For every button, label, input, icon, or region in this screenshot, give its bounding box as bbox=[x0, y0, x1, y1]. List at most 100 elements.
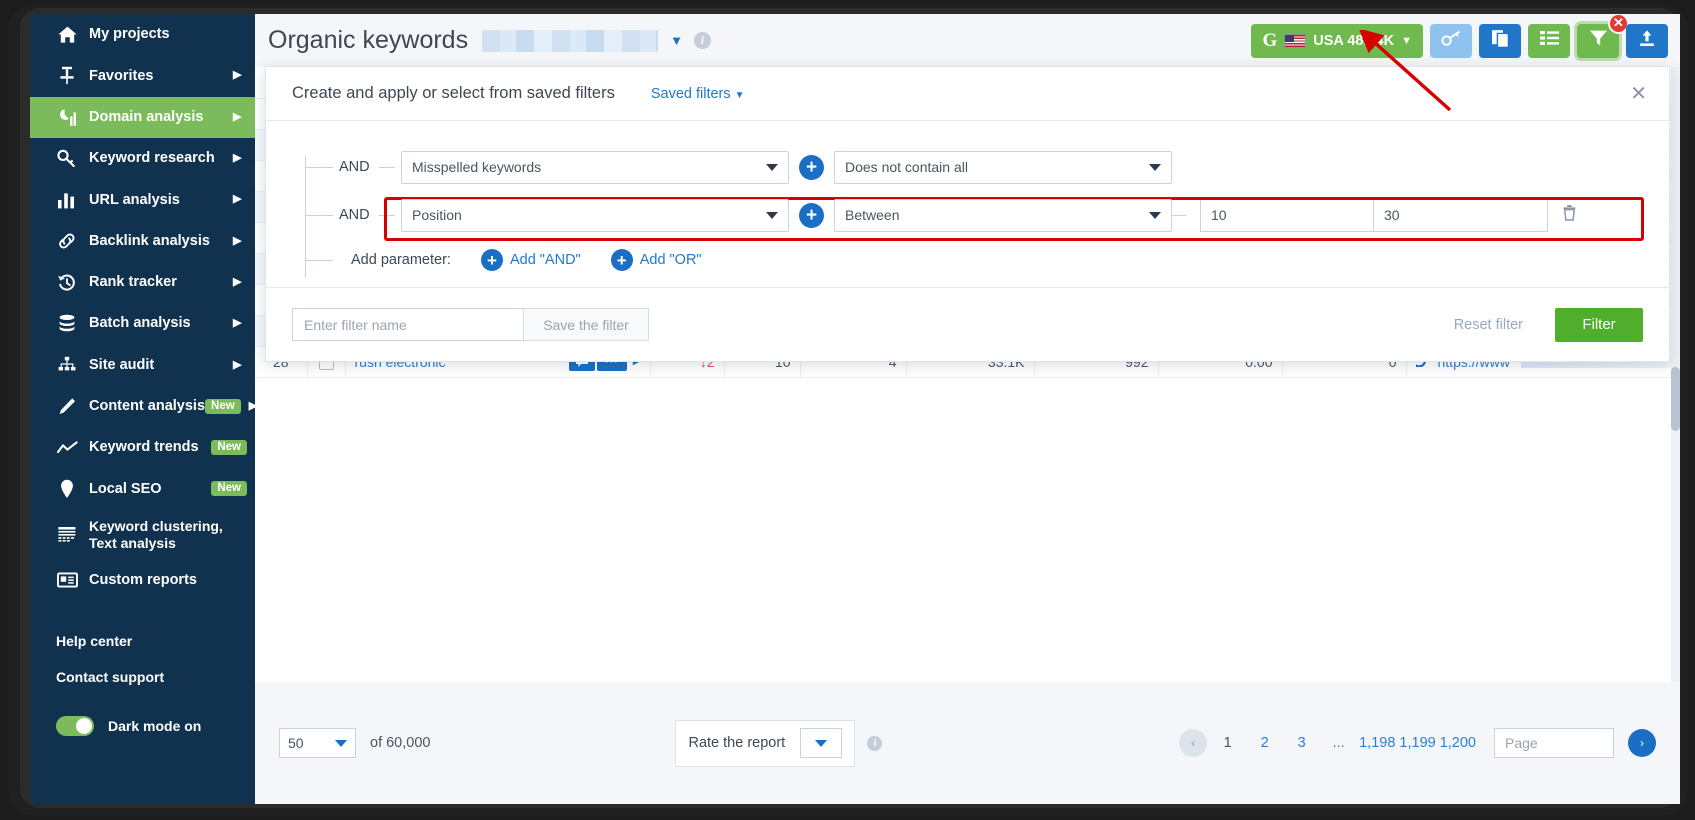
dark-mode-toggle[interactable] bbox=[56, 715, 94, 736]
dark-mode-label: Dark mode on bbox=[108, 717, 202, 734]
history-icon bbox=[56, 272, 78, 292]
info-icon[interactable]: i bbox=[693, 32, 711, 49]
vertical-scrollbar-thumb[interactable] bbox=[1671, 367, 1680, 431]
sidebar-item-label: Rank tracker bbox=[89, 274, 177, 291]
saved-filters-dropdown[interactable]: Saved filters ▼ bbox=[651, 86, 745, 102]
link-icon bbox=[56, 231, 78, 251]
add-and-button[interactable]: + Add "AND" bbox=[480, 249, 581, 271]
sidebar-item-my-projects[interactable]: My projects bbox=[30, 14, 255, 55]
sidebar-item-label: Favorites bbox=[89, 67, 154, 84]
prev-page-button[interactable]: ‹ bbox=[1179, 729, 1208, 757]
conjunction-label: AND bbox=[339, 159, 370, 175]
value-to-input[interactable]: 30 bbox=[1374, 198, 1548, 232]
plus-icon: + bbox=[610, 249, 633, 271]
sidebar-item-site-audit[interactable]: Site audit ▶ bbox=[30, 344, 255, 385]
domain-chart-icon bbox=[56, 107, 78, 127]
toggle-knob bbox=[76, 717, 92, 734]
chevron-down-icon[interactable]: ▼ bbox=[670, 33, 683, 48]
sidebar-item-backlink-analysis[interactable]: Backlink analysis ▶ bbox=[30, 220, 255, 261]
rate-report-box[interactable]: Rate the report bbox=[675, 719, 856, 767]
sidebar-item-label: Content analysis bbox=[89, 397, 206, 414]
page-1199[interactable]: 1,199 bbox=[1399, 729, 1435, 757]
add-condition-icon-1[interactable]: + bbox=[799, 154, 824, 180]
columns-button[interactable] bbox=[1528, 23, 1570, 58]
sidebar-help-center[interactable]: Help center bbox=[30, 623, 255, 659]
keyword-tool-button[interactable] bbox=[1430, 23, 1472, 58]
sidebar-item-batch-analysis[interactable]: Batch analysis ▶ bbox=[30, 303, 255, 344]
dark-mode-row: Dark mode on bbox=[30, 703, 255, 749]
add-or-button[interactable]: + Add "OR" bbox=[610, 249, 702, 271]
apply-filter-button[interactable]: Filter bbox=[1555, 307, 1643, 342]
sidebar-item-keyword-clustering[interactable]: Keyword clustering, Text analysis bbox=[30, 510, 255, 560]
parameter-select-1[interactable]: Misspelled keywords bbox=[401, 150, 789, 184]
vertical-scrollbar-track[interactable] bbox=[1671, 67, 1680, 682]
main-area: Organic keywords ▼ i G USA 481.4K ▼ ✕ Cr… bbox=[255, 14, 1680, 804]
bars-icon bbox=[56, 190, 78, 210]
key-icon bbox=[1440, 30, 1462, 52]
info-icon[interactable]: i bbox=[867, 735, 883, 751]
chevron-down-icon bbox=[1149, 211, 1161, 219]
page-ellipsis: ... bbox=[1332, 735, 1345, 751]
compare-button[interactable] bbox=[1479, 23, 1521, 58]
chevron-down-icon bbox=[815, 739, 828, 747]
tree-elbow bbox=[305, 166, 333, 168]
sidebar-item-content-analysis[interactable]: Content analysis New ▶ bbox=[30, 386, 255, 427]
page-1200[interactable]: 1,200 bbox=[1440, 729, 1476, 757]
page-jump-input[interactable]: Page bbox=[1494, 728, 1614, 758]
sidebar-contact-support[interactable]: Contact support bbox=[30, 659, 255, 695]
rate-report-select[interactable] bbox=[800, 728, 843, 758]
parameter-value: Position bbox=[412, 207, 462, 223]
parameter-select-2[interactable]: Position bbox=[401, 198, 789, 232]
page-3[interactable]: 3 bbox=[1285, 729, 1318, 757]
report-card-icon bbox=[56, 570, 78, 590]
next-page-button[interactable]: › bbox=[1628, 729, 1656, 757]
sidebar-item-label: Keyword research bbox=[89, 150, 215, 167]
sidebar-item-local-seo[interactable]: Local SEO New bbox=[30, 468, 255, 509]
geo-selector-button[interactable]: G USA 481.4K ▼ bbox=[1251, 23, 1423, 58]
database-icon bbox=[56, 314, 78, 334]
sidebar-item-keyword-research[interactable]: Keyword research ▶ bbox=[30, 138, 255, 179]
chevron-down-icon bbox=[1149, 163, 1161, 171]
tree-elbow bbox=[305, 214, 333, 216]
chevron-right-icon: ▶ bbox=[233, 152, 242, 165]
page-1198[interactable]: 1,198 bbox=[1359, 729, 1395, 757]
condition-select-1[interactable]: Does not contain all bbox=[834, 150, 1172, 184]
save-filter-button[interactable]: Save the filter bbox=[523, 308, 649, 341]
condition-select-2[interactable]: Between bbox=[834, 198, 1172, 232]
sidebar-item-rank-tracker[interactable]: Rank tracker ▶ bbox=[30, 262, 255, 303]
sidebar-item-url-analysis[interactable]: URL analysis ▶ bbox=[30, 179, 255, 220]
sidebar-item-domain-analysis[interactable]: Domain analysis ▶ bbox=[30, 96, 255, 138]
tree-elbow bbox=[379, 166, 395, 168]
clustering-icon bbox=[56, 525, 78, 545]
sidebar-item-label: Custom reports bbox=[89, 571, 197, 588]
filter-name-input[interactable]: Enter filter name bbox=[292, 308, 524, 341]
pagination: ‹ 1 2 3 ... 1,198 1,199 1,200 Page › bbox=[1179, 728, 1656, 758]
filter-conditions: AND Misspelled keywords + Does not conta… bbox=[292, 143, 1645, 281]
filter-row-2: AND Position + Between 10 30 bbox=[292, 191, 1645, 241]
filter-button[interactable]: ✕ bbox=[1577, 14, 1629, 58]
new-badge: New bbox=[211, 440, 247, 456]
filter-dialog: Create and apply or select from saved fi… bbox=[265, 66, 1670, 362]
add-condition-icon-2[interactable]: + bbox=[799, 202, 824, 228]
filter-dialog-footer: Enter filter name Save the filter Reset … bbox=[266, 287, 1669, 361]
sitemap-icon bbox=[56, 355, 78, 375]
chevron-right-icon: ▶ bbox=[233, 110, 242, 123]
sidebar-item-keyword-trends[interactable]: Keyword trends New bbox=[30, 427, 255, 468]
chevron-down-icon bbox=[766, 211, 778, 219]
close-dialog-button[interactable]: ✕ bbox=[1630, 84, 1647, 104]
page-1[interactable]: 1 bbox=[1211, 729, 1244, 757]
export-button[interactable] bbox=[1626, 23, 1668, 58]
value-from-input[interactable]: 10 bbox=[1200, 198, 1374, 232]
sidebar-item-favorites[interactable]: Favorites ▶ bbox=[30, 55, 255, 96]
page-2[interactable]: 2 bbox=[1248, 729, 1281, 757]
per-page-select[interactable]: 50 bbox=[279, 728, 356, 758]
sidebar-item-custom-reports[interactable]: Custom reports bbox=[30, 560, 255, 601]
redacted-domain bbox=[482, 29, 659, 52]
new-badge: New bbox=[211, 481, 247, 497]
plus-icon: + bbox=[480, 249, 503, 271]
reset-filter-button[interactable]: Reset filter bbox=[1454, 317, 1523, 333]
value-connector bbox=[1172, 214, 1186, 216]
delete-row-icon[interactable] bbox=[1562, 204, 1577, 226]
add-and-label: Add "AND" bbox=[509, 252, 581, 268]
chevron-down-icon bbox=[335, 739, 347, 747]
